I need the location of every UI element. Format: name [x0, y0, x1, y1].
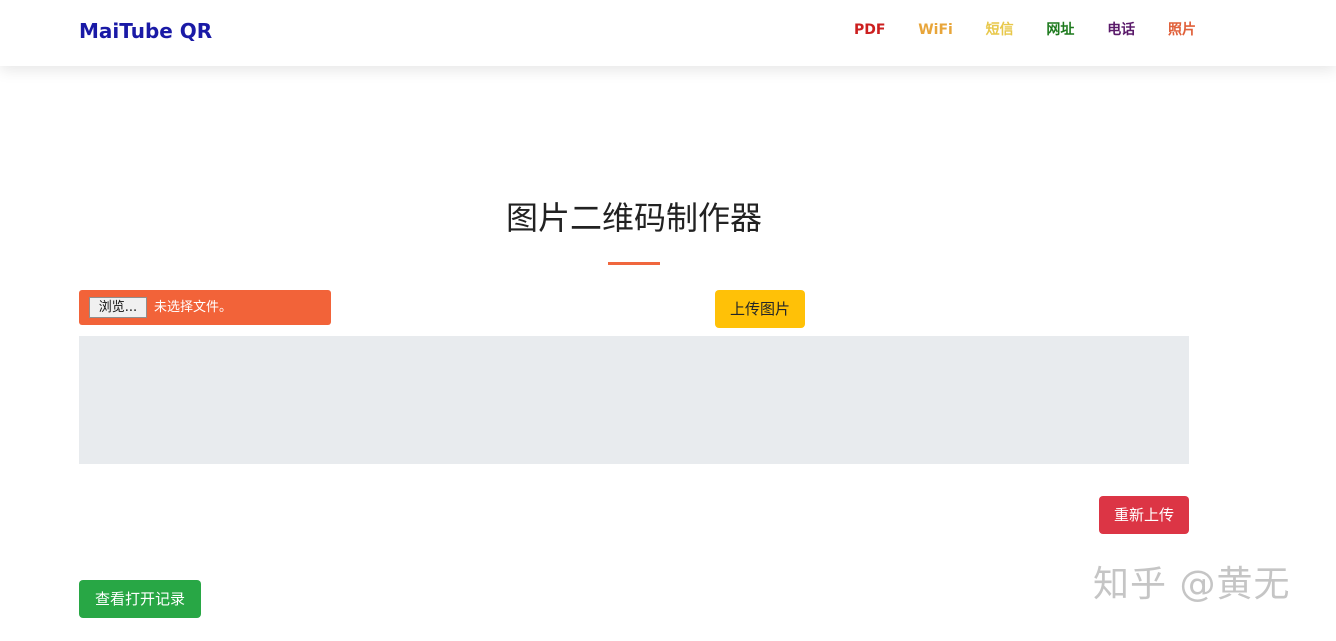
watermark: 知乎 @黄无	[1093, 564, 1291, 605]
title-underline	[608, 262, 660, 265]
page-title: 图片二维码制作器	[505, 199, 762, 237]
nav-link-pdf[interactable]: PDF	[840, 20, 899, 40]
image-preview-area	[79, 336, 1189, 464]
navbar: MaiTube QR PDF WiFi 短信 网址 电话 照片	[0, 0, 1336, 66]
nav-links: PDF WiFi 短信 网址 电话 照片	[840, 20, 1210, 40]
view-history-button[interactable]: 查看打开记录	[79, 580, 201, 618]
reupload-button[interactable]: 重新上传	[1099, 496, 1189, 534]
nav-link-sms[interactable]: 短信	[972, 20, 1028, 40]
nav-link-wifi[interactable]: WiFi	[904, 20, 967, 40]
upload-image-button[interactable]: 上传图片	[715, 290, 805, 328]
browse-button[interactable]: 浏览...	[89, 297, 147, 318]
nav-link-photo[interactable]: 照片	[1154, 20, 1210, 40]
file-status-text: 未选择文件。	[154, 300, 233, 315]
nav-link-phone[interactable]: 电话	[1093, 20, 1149, 40]
brand-logo[interactable]: MaiTube QR	[79, 18, 212, 44]
nav-link-url[interactable]: 网址	[1032, 20, 1088, 40]
file-input[interactable]: 浏览... 未选择文件。	[79, 290, 331, 325]
